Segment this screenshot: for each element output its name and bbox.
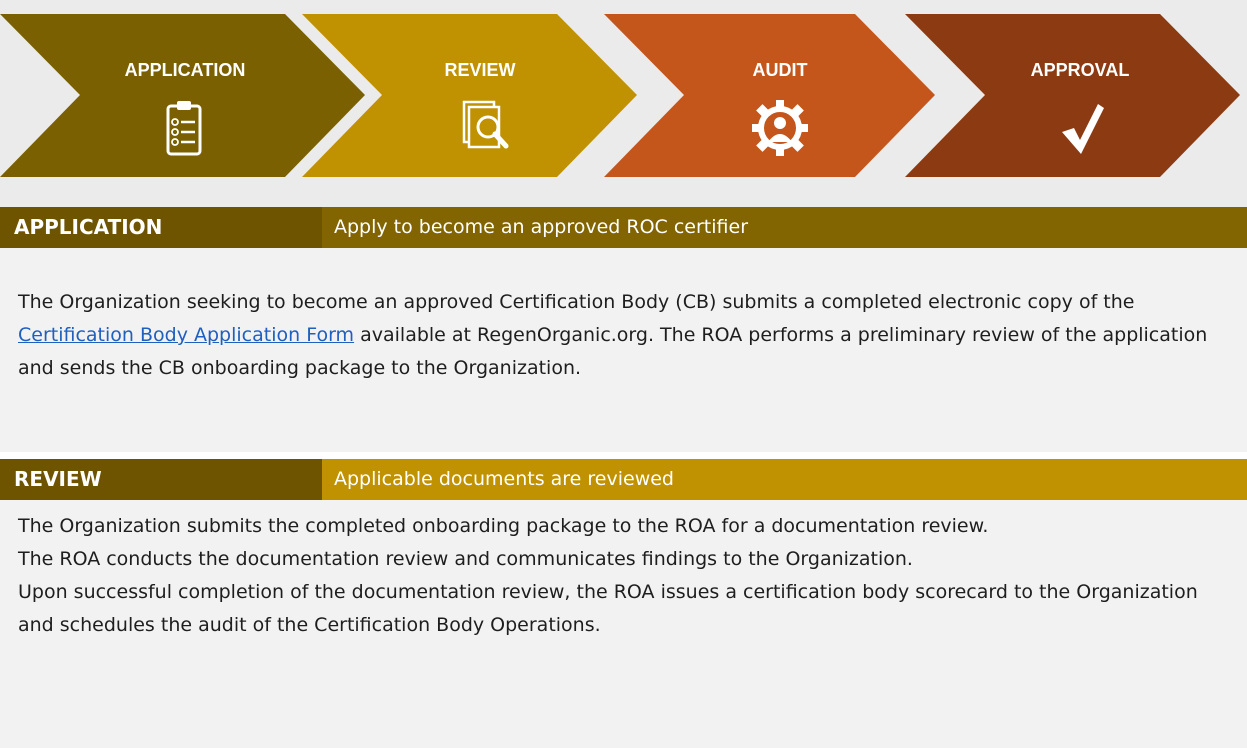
review-paragraph-2: The ROA conducts the documentation revie… [18, 548, 913, 570]
application-section-body: The Organization seeking to become an ap… [0, 248, 1247, 452]
application-description: The Organization seeking to become an ap… [18, 286, 1229, 385]
step-application-title: APPLICATION [124, 60, 246, 80]
application-section-subtitle: Apply to become an approved ROC certifie… [334, 216, 749, 238]
review-section-subtitle: Applicable documents are reviewed [334, 468, 674, 490]
review-paragraph-1: The Organization submits the completed o… [18, 515, 989, 537]
application-section-label: APPLICATION [0, 207, 322, 248]
application-section-header: APPLICATION Apply to become an approved … [0, 207, 1247, 248]
gear-person-icon [752, 100, 808, 156]
review-section-header: REVIEW Applicable documents are reviewed [0, 459, 1247, 500]
process-banner: APPLICATION REVIEW AUDIT APPROVAL [0, 0, 1247, 207]
review-section-body: The Organization submits the completed o… [0, 500, 1247, 748]
clipboard-checklist-icon [166, 101, 202, 156]
step-review-title: REVIEW [444, 60, 516, 80]
step-approval-title: APPROVAL [1030, 60, 1130, 80]
step-audit-title: AUDIT [752, 60, 808, 80]
application-text-before-link: The Organization seeking to become an ap… [18, 291, 1135, 313]
document-search-icon [462, 100, 509, 149]
review-paragraph-3: Upon successful completion of the docume… [18, 581, 1198, 636]
checkmark-icon [1062, 104, 1104, 154]
review-section-label: REVIEW [0, 459, 322, 500]
certification-body-application-form-link[interactable]: Certification Body Application Form [18, 324, 354, 346]
